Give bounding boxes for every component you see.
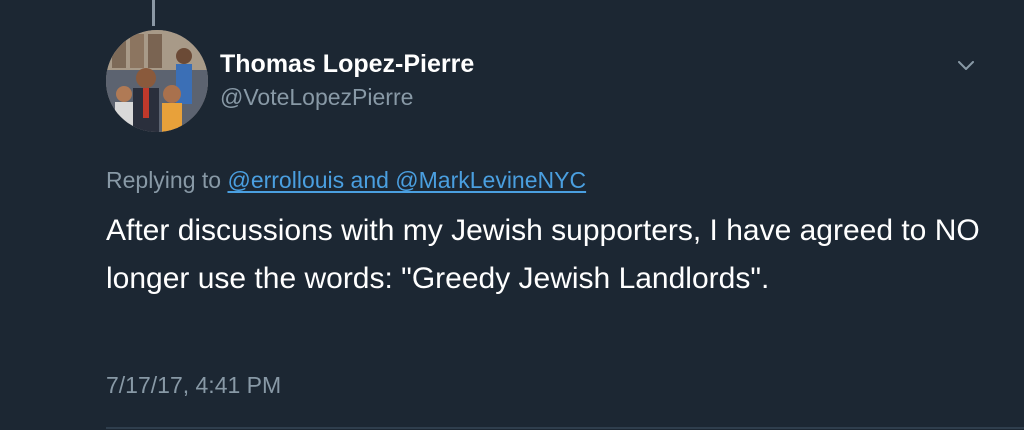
divider <box>106 427 1024 429</box>
tweet-menu-button[interactable] <box>950 52 982 80</box>
reply-context: Replying to @errollouis and @MarkLevineN… <box>106 167 586 194</box>
author-handle[interactable]: @VoteLopezPierre <box>220 84 413 111</box>
reply-mentions-link[interactable]: @errollouis and @MarkLevineNYC <box>227 167 586 193</box>
avatar-photo <box>106 30 208 132</box>
chevron-down-icon <box>958 61 974 70</box>
tweet-timestamp[interactable]: 7/17/17, 4:41 PM <box>106 372 281 399</box>
reply-prefix: Replying to <box>106 167 222 193</box>
avatar[interactable] <box>106 30 208 132</box>
thread-connector-line <box>152 0 155 26</box>
tweet-detail-view: Thomas Lopez-Pierre @VoteLopezPierre Rep… <box>0 0 1024 430</box>
tweet-text: After discussions with my Jewish support… <box>106 214 980 295</box>
author-name[interactable]: Thomas Lopez-Pierre <box>220 50 474 79</box>
